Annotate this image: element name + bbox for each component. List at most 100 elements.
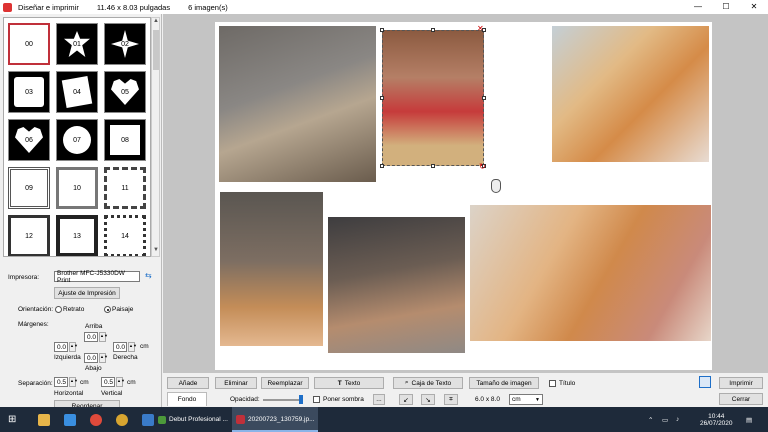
opacity-slider-thumb[interactable] <box>299 395 303 404</box>
margin-unit-label: cm <box>140 343 149 350</box>
resize-handle[interactable] <box>380 28 384 32</box>
frame-tile[interactable]: 03 <box>8 71 50 113</box>
mouse-cursor-icon <box>491 179 501 193</box>
crop-button[interactable]: ⌗ <box>444 394 458 405</box>
resize-handle[interactable] <box>431 28 435 32</box>
taskbar-item-app[interactable] <box>142 407 154 432</box>
tray-volume[interactable]: ♪ <box>676 407 679 432</box>
frame-tile[interactable]: 07 <box>56 119 98 161</box>
bottom-margin-spinner[interactable]: ▲▼ <box>99 353 108 363</box>
frame-tile[interactable]: 05 <box>104 71 146 113</box>
unit-select[interactable]: cm ▼ <box>509 394 543 405</box>
horizontal-sep-input[interactable]: 0.5 <box>54 377 68 387</box>
frame-tile[interactable]: 04 <box>56 71 98 113</box>
notifications-button[interactable]: ▤ <box>746 407 752 432</box>
image-size-button[interactable]: Tamaño de imagen <box>469 377 539 389</box>
window-title: Diseñar e imprimir <box>18 2 79 12</box>
shadow-checkbox[interactable] <box>313 396 320 403</box>
frame-tile[interactable]: 08 <box>104 119 146 161</box>
tray-network[interactable]: ▭ <box>662 407 668 432</box>
chevron-down-icon: ▼ <box>535 396 540 403</box>
orientation-label: Orientación: <box>18 306 54 313</box>
frame-tile[interactable]: 13 <box>56 215 98 256</box>
scroll-down-icon[interactable]: ▼ <box>152 247 160 256</box>
frame-tile[interactable]: 09 <box>8 167 50 209</box>
frame-number: 10 <box>73 184 81 192</box>
resize-handle[interactable] <box>380 164 384 168</box>
left-margin-spinner[interactable]: ▲▼ <box>69 342 78 352</box>
photo-cat-sleeping[interactable] <box>220 192 323 346</box>
rotate-left-button[interactable]: ↙ <box>399 394 413 405</box>
title-checkbox[interactable] <box>549 380 556 387</box>
left-margin-label: Izquierda <box>54 354 81 361</box>
scroll-up-icon[interactable]: ▲ <box>152 18 160 27</box>
rotate-handle-icon[interactable]: ↻ <box>479 162 486 171</box>
taskbar-photo-label: 20200723_130759.jp... <box>248 416 315 423</box>
tray-chevron[interactable]: ⌃ <box>648 407 653 432</box>
replace-button[interactable]: Reemplazar <box>261 377 309 389</box>
text-icon: T <box>337 379 342 387</box>
bottom-margin-label: Abajo <box>85 365 102 372</box>
right-margin-input[interactable]: 0.0 <box>113 342 127 352</box>
photo-cat-sofa[interactable] <box>328 217 465 353</box>
photo-cat-sitting[interactable] <box>219 26 376 182</box>
top-margin-spinner[interactable]: ▲▼ <box>99 332 108 342</box>
top-margin-input[interactable]: 0.0 <box>84 332 98 342</box>
printer-select[interactable]: Brother MFC-J5330DW Print <box>54 270 140 284</box>
left-margin-input[interactable]: 0.0 <box>54 342 68 352</box>
frame-tile[interactable]: 14 <box>104 215 146 256</box>
scroll-thumb[interactable] <box>153 30 159 70</box>
taskbar-item-chrome[interactable] <box>90 407 102 432</box>
taskbar-item-photo[interactable]: 20200723_130759.jp... <box>232 407 318 432</box>
horizontal-sep-spinner[interactable]: ▲▼ <box>69 377 78 387</box>
save-icon[interactable] <box>699 376 711 388</box>
tab-background[interactable]: Fondo <box>167 392 207 406</box>
taskbar-item-chrome2[interactable] <box>116 407 128 432</box>
rotate-right-button[interactable]: ↘ <box>421 394 435 405</box>
windows-icon: ⊞ <box>8 414 17 425</box>
add-button[interactable]: Añade <box>167 377 209 389</box>
opacity-slider[interactable] <box>263 399 303 401</box>
taskbar-clock[interactable]: 10:44 26/07/2020 <box>700 407 733 432</box>
frame-tile[interactable]: 00 <box>8 23 50 65</box>
text-button[interactable]: T Texto <box>314 377 384 389</box>
resize-handle[interactable] <box>380 96 384 100</box>
frame-tile[interactable]: 01 <box>56 23 98 65</box>
refresh-icon[interactable]: ⇆ <box>145 271 152 280</box>
start-button[interactable]: ⊞ <box>8 407 16 432</box>
landscape-radio[interactable] <box>104 306 111 313</box>
clock-date: 26/07/2020 <box>700 419 733 427</box>
delete-image-icon[interactable]: ✕ <box>477 24 484 33</box>
resize-handle[interactable] <box>482 96 486 100</box>
frame-tile[interactable]: 12 <box>8 215 50 256</box>
right-margin-spinner[interactable]: ▲▼ <box>128 342 137 352</box>
frame-tile[interactable]: 02 <box>104 23 146 65</box>
portrait-radio[interactable] <box>55 306 62 313</box>
taskbar-item-debut[interactable]: Debut Profesional ... <box>158 407 228 432</box>
chrome-canary-icon <box>116 413 128 426</box>
photo-cat-curled-large[interactable] <box>470 205 711 341</box>
notification-icon: ▤ <box>746 416 753 424</box>
resize-handle[interactable] <box>431 164 435 168</box>
print-button[interactable]: Imprimir <box>719 377 763 389</box>
frame-tile[interactable]: 11 <box>104 167 146 209</box>
right-margin-label: Derecha <box>113 354 138 361</box>
photo-cat-curled[interactable] <box>552 26 709 162</box>
print-setup-button[interactable]: Ajuste de Impresión <box>54 287 120 299</box>
frame-scrollbar[interactable]: ▲ ▼ <box>151 17 160 257</box>
textbox-button[interactable]: ⌕ Caja de Texto <box>393 377 463 389</box>
close-window-button[interactable]: ✕ <box>740 0 768 14</box>
debut-icon <box>158 415 166 424</box>
bottom-margin-input[interactable]: 0.0 <box>84 353 98 363</box>
taskbar-item-store[interactable] <box>64 407 76 432</box>
delete-button[interactable]: Eliminar <box>215 377 257 389</box>
minimize-button[interactable]: — <box>684 0 712 14</box>
maximize-button[interactable]: ☐ <box>712 0 740 14</box>
close-button[interactable]: Cerrar <box>719 393 763 405</box>
frame-tile[interactable]: 06 <box>8 119 50 161</box>
taskbar-item-explorer[interactable] <box>38 407 50 432</box>
vertical-sep-spinner[interactable]: ▲▼ <box>116 377 125 387</box>
more-options-button[interactable]: ... <box>373 394 385 405</box>
frame-tile[interactable]: 10 <box>56 167 98 209</box>
vertical-sep-input[interactable]: 0.5 <box>101 377 115 387</box>
